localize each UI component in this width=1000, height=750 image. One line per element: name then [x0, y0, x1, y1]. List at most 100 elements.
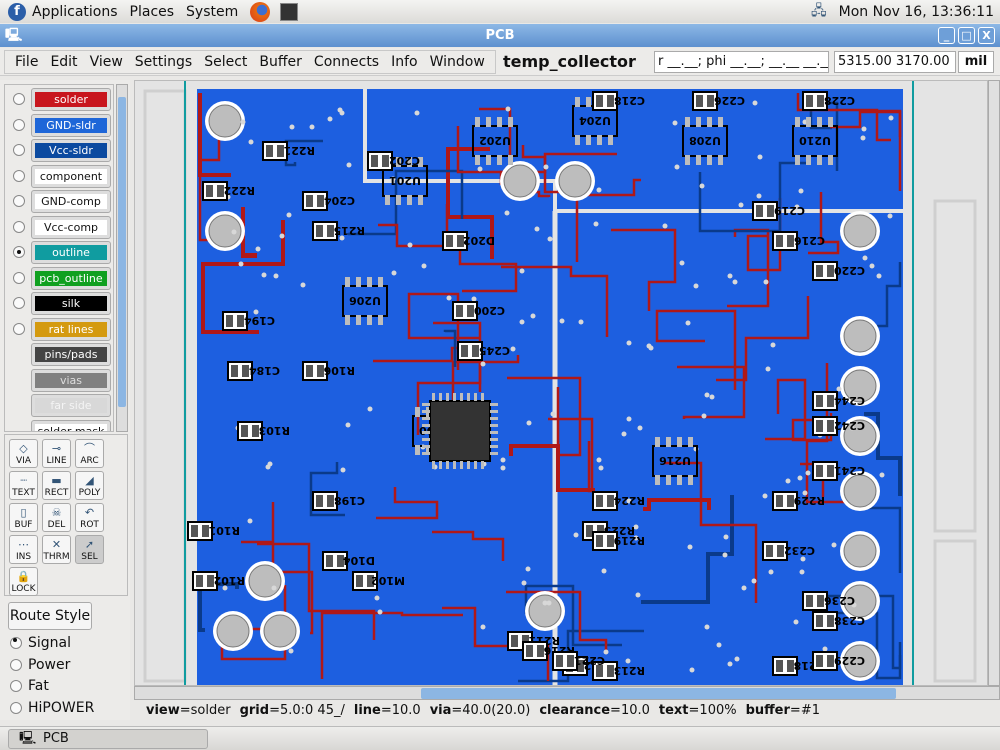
menu-settings[interactable]: Settings [135, 54, 192, 70]
component-c204[interactable]: C204 [302, 191, 355, 211]
component-r106[interactable]: R106 [302, 361, 355, 381]
tool-lock-button[interactable]: 🔒 LOCK [9, 567, 38, 596]
layer-visibility-toggle[interactable]: solder mask [31, 419, 111, 431]
route-style-signal[interactable]: Signal [10, 635, 71, 651]
layer-select-radio[interactable] [13, 195, 25, 207]
minimize-button[interactable]: _ [938, 27, 955, 44]
component-c184[interactable]: C184 [227, 361, 280, 381]
component-c216[interactable]: C216 [772, 231, 825, 251]
close-button[interactable]: X [978, 27, 995, 44]
menu-edit[interactable]: Edit [50, 54, 77, 70]
component-c245[interactable]: C245 [457, 341, 510, 361]
route-style-power[interactable]: Power [10, 657, 70, 673]
radio-button[interactable] [10, 658, 22, 671]
layer-select-radio[interactable] [13, 118, 25, 131]
route-style-fat[interactable]: Fat [10, 678, 49, 694]
component-r101[interactable]: R101 [187, 521, 240, 541]
layer-visibility-toggle[interactable]: Vcc-sldr [31, 139, 111, 162]
component-r102[interactable]: R102 [192, 571, 245, 591]
component-r103[interactable]: R103 [237, 421, 290, 441]
component-c238[interactable]: C238 [812, 611, 865, 631]
tool-ins-button[interactable]: ⋯ INS [9, 535, 38, 564]
menu-info[interactable]: Info [391, 54, 418, 70]
units-button[interactable]: mil [958, 51, 994, 73]
maximize-button[interactable]: □ [958, 27, 975, 44]
component-r221[interactable]: R221 [262, 141, 315, 161]
network-icon[interactable]: 🖧 [811, 0, 827, 24]
tool-via-button[interactable]: ◇ VIA [9, 439, 38, 468]
layer-select-radio[interactable] [13, 93, 25, 105]
component-c219[interactable]: C219 [752, 201, 805, 221]
route-style-button[interactable]: Route Style [8, 602, 92, 630]
layer-visibility-toggle[interactable]: rat lines [31, 317, 111, 341]
tool-rot-button[interactable]: ↶ ROT [75, 503, 104, 532]
tool-rect-button[interactable]: ▬ RECT [42, 471, 71, 500]
window-titlebar[interactable]: 🖳 PCB _ □ X [0, 24, 1000, 47]
pcb-board-drawing[interactable]: R221 R222 C204 U201 C202 U202 C226 U208 C228 U210… [135, 81, 988, 686]
route-style-hipower[interactable]: HiPOWER [10, 700, 94, 716]
component-c221[interactable]: C221 [552, 651, 605, 671]
layer-visibility-toggle[interactable]: GND-sldr [31, 113, 111, 137]
component-m102[interactable]: M102 [352, 571, 405, 591]
layer-visibility-toggle[interactable]: pins/pads [31, 343, 111, 366]
taskbar-pcb-window[interactable]: 🖳 PCB [8, 729, 208, 749]
tool-sel-button[interactable]: ➚ SEL [75, 535, 104, 564]
component-c236[interactable]: C236 [802, 591, 855, 611]
component-c220[interactable]: C220 [812, 261, 865, 281]
component-d104[interactable]: D104 [322, 551, 375, 571]
menu-window[interactable]: Window [430, 54, 485, 70]
component-r224[interactable]: R224 [592, 491, 645, 511]
menu-view[interactable]: View [90, 54, 123, 70]
component-c200[interactable]: C200 [452, 301, 505, 321]
layer-select-radio[interactable] [13, 246, 25, 258]
canvas-vertical-scrollbar[interactable] [988, 80, 1000, 686]
component-c229[interactable]: C229 [812, 651, 865, 671]
component-c244[interactable]: C244 [812, 391, 865, 411]
component-c228[interactable]: C228 [802, 91, 855, 111]
layer-visibility-toggle[interactable]: component [31, 164, 111, 188]
tool-buf-button[interactable]: ▯ BUF [9, 503, 38, 532]
menu-connects[interactable]: Connects [314, 54, 379, 70]
component-c198[interactable]: C198 [312, 491, 365, 511]
component-c218[interactable]: C218 [592, 91, 645, 111]
layer-select-radio[interactable] [13, 144, 25, 156]
layer-select-radio[interactable] [13, 271, 25, 284]
tool-text-button[interactable]: ┈ TEXT [9, 471, 38, 500]
layer-visibility-toggle[interactable]: solder [31, 88, 111, 111]
tool-poly-button[interactable]: ◢ POLY [75, 471, 104, 500]
firefox-icon[interactable] [250, 1, 271, 22]
menu-system[interactable]: System [186, 4, 238, 20]
canvas-horizontal-scrollbar[interactable] [134, 686, 1000, 700]
radio-button[interactable] [10, 701, 22, 714]
component-d202[interactable]: D202 [442, 231, 495, 251]
fedora-logo-icon[interactable]: f [8, 2, 26, 21]
component-r222[interactable]: R222 [202, 181, 255, 201]
component-c242[interactable]: C242 [812, 416, 865, 436]
component-c194[interactable]: C194 [222, 311, 275, 331]
menu-file[interactable]: File [15, 54, 38, 70]
layer-select-radio[interactable] [13, 220, 25, 233]
terminal-icon[interactable] [280, 2, 299, 21]
layer-visibility-toggle[interactable]: outline [31, 241, 111, 264]
layer-visibility-toggle[interactable]: pcb_outline [31, 266, 111, 290]
tool-arc-button[interactable]: ⌒ ARC [75, 439, 104, 468]
component-c202[interactable]: C202 [367, 151, 420, 171]
clock[interactable]: Mon Nov 16, 13:36:11 [839, 4, 994, 20]
component-c226[interactable]: C226 [692, 91, 745, 111]
scrollbar-thumb[interactable] [421, 688, 896, 699]
layer-select-radio[interactable] [13, 169, 25, 182]
tool-line-button[interactable]: ⊸ LINE [42, 439, 71, 468]
pcb-canvas[interactable]: R221 R222 C204 U201 C202 U202 C226 U208 C228 U210… [134, 80, 988, 686]
menu-applications[interactable]: Applications [32, 4, 118, 20]
layer-select-radio[interactable] [13, 322, 25, 335]
layer-visibility-toggle[interactable]: silk [31, 292, 111, 315]
layer-visibility-toggle[interactable]: GND-comp [31, 190, 111, 213]
layer-list-scrollbar[interactable] [116, 84, 128, 432]
layer-select-radio[interactable] [13, 297, 25, 309]
component-r219[interactable]: R219 [592, 531, 645, 551]
component-r229[interactable]: R229 [772, 491, 825, 511]
component-r215[interactable]: R215 [312, 221, 365, 241]
component-c232[interactable]: C232 [762, 541, 815, 561]
radio-button[interactable] [10, 680, 22, 692]
menu-places[interactable]: Places [130, 4, 175, 20]
